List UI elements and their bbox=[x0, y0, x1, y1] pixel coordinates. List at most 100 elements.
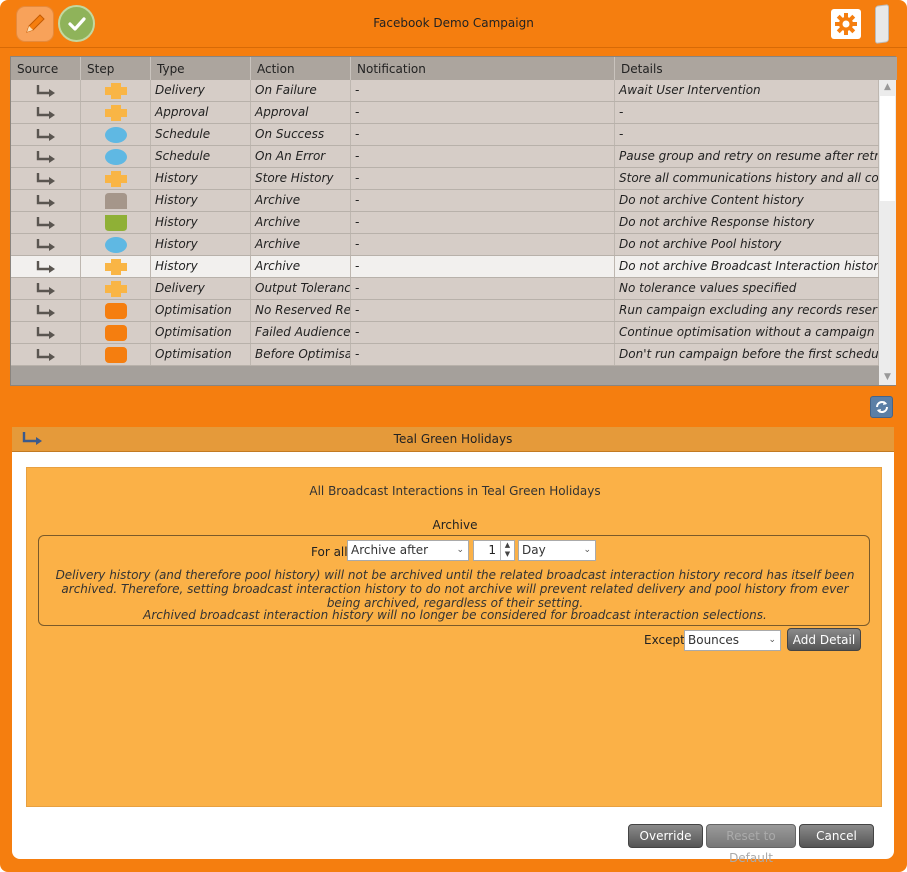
section-subtitle: All Broadcast Interactions in Teal Green… bbox=[309, 484, 601, 498]
scroll-down-icon[interactable]: ▼ bbox=[879, 370, 896, 385]
source-arrow-icon bbox=[11, 278, 81, 299]
row-type: Optimisation bbox=[151, 322, 251, 343]
source-arrow-icon bbox=[11, 80, 81, 101]
row-type: Delivery bbox=[151, 278, 251, 299]
quantity-stepper[interactable]: 1 ▲ ▼ bbox=[473, 540, 515, 561]
source-arrow-icon bbox=[11, 344, 81, 365]
row-type: History bbox=[151, 256, 251, 277]
page-title: Facebook Demo Campaign bbox=[373, 16, 534, 30]
row-notification: - bbox=[351, 80, 615, 101]
archive-mode-select[interactable]: Archive after ⌄ bbox=[347, 540, 469, 561]
step-icon bbox=[81, 256, 151, 277]
row-type: Schedule bbox=[151, 146, 251, 167]
archive-mode-value: Archive after bbox=[351, 543, 429, 557]
step-icon bbox=[81, 146, 151, 167]
source-arrow-icon bbox=[11, 322, 81, 343]
row-type: Delivery bbox=[151, 80, 251, 101]
scroll-thumb[interactable] bbox=[880, 96, 895, 201]
step-icon bbox=[81, 124, 151, 145]
collapse-panel-button[interactable] bbox=[875, 4, 889, 44]
row-details: Await User Intervention bbox=[615, 80, 879, 101]
table-row[interactable]: Delivery On Failure - Await User Interventi… bbox=[11, 80, 879, 102]
row-action: Before Optimisatic bbox=[251, 344, 351, 365]
row-action: Approval bbox=[251, 102, 351, 123]
row-details: - bbox=[615, 124, 879, 145]
row-notification: - bbox=[351, 300, 615, 321]
step-icon bbox=[81, 102, 151, 123]
row-type: Schedule bbox=[151, 124, 251, 145]
step-icon bbox=[81, 234, 151, 255]
chevron-down-icon: ⌄ bbox=[768, 635, 776, 645]
table-row[interactable]: OptimisationNo Reserved Reco-Run campaig… bbox=[11, 300, 879, 322]
chevron-down-icon: ⌄ bbox=[583, 545, 591, 555]
column-header-details[interactable]: Details bbox=[615, 57, 897, 80]
grid-header: Source Step Type Action Notification Det… bbox=[11, 57, 897, 80]
row-details: No tolerance values specified bbox=[615, 278, 879, 299]
column-header-source[interactable]: Source bbox=[11, 57, 81, 80]
panel-title: Teal Green Holidays bbox=[393, 432, 513, 446]
table-row[interactable]: Optimisation Failed Audience - Continue opt… bbox=[11, 322, 879, 344]
unit-value: Day bbox=[522, 543, 546, 557]
unit-select[interactable]: Day ⌄ bbox=[518, 540, 596, 561]
source-arrow-icon bbox=[11, 212, 81, 233]
archive-section: All Broadcast Interactions in Teal Green… bbox=[26, 467, 882, 807]
row-notification: - bbox=[351, 278, 615, 299]
source-arrow-icon bbox=[11, 234, 81, 255]
source-arrow-icon bbox=[11, 256, 81, 277]
except-select[interactable]: Bounces ⌄ bbox=[684, 630, 781, 651]
source-arrow-icon bbox=[11, 124, 81, 145]
row-notification: - bbox=[351, 190, 615, 211]
table-row[interactable]: History Archive - Do not archive Broadcast … bbox=[11, 256, 879, 278]
row-type: Optimisation bbox=[151, 300, 251, 321]
row-notification: - bbox=[351, 256, 615, 277]
row-action: On Failure bbox=[251, 80, 351, 101]
row-action: Output Tolerances bbox=[251, 278, 351, 299]
reset-to-default-button[interactable]: Reset to Default bbox=[706, 824, 796, 865]
section-heading: Archive bbox=[432, 518, 478, 532]
grid-scrollbar[interactable]: ▲ ▼ bbox=[879, 80, 896, 385]
table-row[interactable]: History Store History - Store all communica… bbox=[11, 168, 879, 190]
table-row[interactable]: OptimisationBefore Optimisatic-Don't run… bbox=[11, 344, 879, 366]
step-icon bbox=[81, 322, 151, 343]
column-header-type[interactable]: Type bbox=[151, 57, 251, 80]
column-header-notification[interactable]: Notification bbox=[351, 57, 615, 80]
step-icon bbox=[81, 168, 151, 189]
settings-button[interactable] bbox=[831, 9, 861, 39]
table-row[interactable]: DeliveryOutput Tolerances-No tolerance v… bbox=[11, 278, 879, 300]
table-row[interactable]: Approval Approval - - bbox=[11, 102, 879, 124]
row-type: History bbox=[151, 168, 251, 189]
archive-settings-box: For all Archive after ⌄ 1 ▲ ▼ Day ⌄ Delivery… bbox=[38, 535, 870, 626]
row-details: Store all communications history and all… bbox=[615, 168, 879, 189]
except-label: Except bbox=[644, 633, 685, 647]
row-action: On Success bbox=[251, 124, 351, 145]
steps-grid: Source Step Type Action Notification Det… bbox=[10, 56, 897, 386]
source-arrow-icon bbox=[11, 300, 81, 321]
add-detail-button[interactable]: Add Detail bbox=[787, 628, 861, 651]
refresh-button[interactable] bbox=[870, 396, 893, 418]
table-row[interactable]: Schedule On An Error - Pause group and retr… bbox=[11, 146, 879, 168]
except-value: Bounces bbox=[688, 633, 740, 647]
table-row[interactable]: History Archive - Do not archive Response h… bbox=[11, 212, 879, 234]
gear-icon bbox=[835, 13, 857, 35]
override-button[interactable]: Override bbox=[628, 824, 703, 848]
row-details: Do not archive Content history bbox=[615, 190, 879, 211]
table-row[interactable]: History Archive - Do not archive Content hi… bbox=[11, 190, 879, 212]
quantity-value: 1 bbox=[488, 543, 496, 557]
table-row[interactable]: History Archive - Do not archive Pool histo… bbox=[11, 234, 879, 256]
row-action: Store History bbox=[251, 168, 351, 189]
table-row[interactable]: Schedule On Success - - bbox=[11, 124, 879, 146]
stepper-arrows-icon[interactable]: ▲ ▼ bbox=[500, 541, 514, 560]
row-action: Archive bbox=[251, 256, 351, 277]
column-header-action[interactable]: Action bbox=[251, 57, 351, 80]
for-all-label: For all bbox=[311, 545, 348, 559]
app-window: Facebook Demo Campaign Source Step Type … bbox=[0, 0, 907, 872]
row-type: History bbox=[151, 212, 251, 233]
row-action: No Reserved Reco bbox=[251, 300, 351, 321]
column-header-step[interactable]: Step bbox=[81, 57, 151, 80]
archive-note: Delivery history (and therefore pool his… bbox=[55, 568, 855, 610]
cancel-button[interactable]: Cancel bbox=[799, 824, 874, 848]
scroll-up-icon[interactable]: ▲ bbox=[879, 80, 896, 95]
row-action: Archive bbox=[251, 190, 351, 211]
row-notification: - bbox=[351, 234, 615, 255]
row-notification: - bbox=[351, 212, 615, 233]
